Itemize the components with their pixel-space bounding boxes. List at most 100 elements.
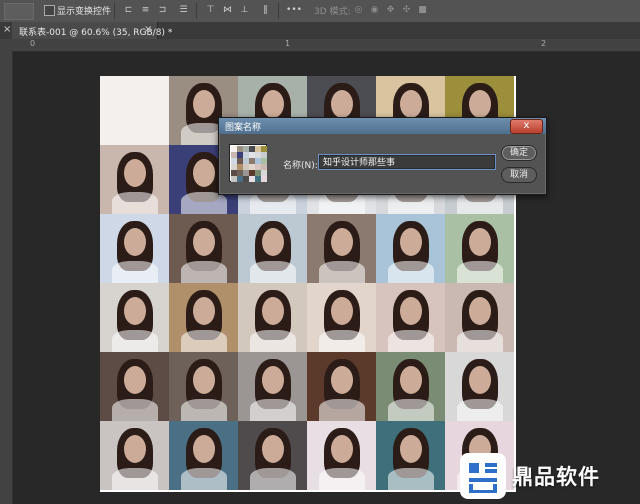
photo-thumbnail <box>169 421 238 490</box>
portrait-shape <box>249 192 296 214</box>
portrait-shape <box>318 330 365 352</box>
pattern-name-input[interactable]: 知乎设计师那些事 <box>319 155 495 169</box>
portrait-shape <box>261 365 284 394</box>
portrait-shape <box>123 365 146 394</box>
photo-thumbnail <box>238 214 307 283</box>
cancel-button[interactable]: 取消 <box>501 167 537 183</box>
photo-thumbnail <box>445 214 514 283</box>
photo-thumbnail <box>307 283 376 352</box>
3d-slide-icon[interactable]: ✣ <box>401 5 412 16</box>
portrait-shape <box>330 365 353 394</box>
ruler-mark: 0 <box>30 39 36 48</box>
photo-thumbnail <box>100 283 169 352</box>
portrait-shape <box>387 261 434 283</box>
portrait-shape <box>123 296 146 325</box>
watermark-text: 鼎品软件 <box>512 465 600 489</box>
show-transform-controls-label: 显示变换控件 <box>57 7 112 17</box>
align-right-icon[interactable]: ⊐ <box>157 5 168 16</box>
portrait-shape <box>111 261 158 283</box>
portrait-shape <box>468 365 491 394</box>
portrait-shape <box>456 330 503 352</box>
vertical-ruler <box>0 51 13 504</box>
portrait-shape <box>180 399 227 421</box>
portrait-shape <box>111 399 158 421</box>
photo-thumbnail <box>100 76 169 145</box>
separator <box>196 3 197 19</box>
portrait-shape <box>192 365 215 394</box>
portrait-shape <box>468 227 491 256</box>
name-label: 名称(N): <box>283 161 318 171</box>
align-bottom-icon[interactable]: ⊥ <box>239 5 250 16</box>
portrait-shape <box>261 296 284 325</box>
align-left-icon[interactable]: ⊏ <box>123 5 134 16</box>
portrait-shape <box>468 89 491 118</box>
portrait-shape <box>111 468 158 490</box>
options-bar: 显示变换控件 ⊏ ≡ ⊐ ☰ ⊤ ⋈ ⊥ ‖ ••• 3D 模式: ◎ ◉ ✥ … <box>0 0 640 23</box>
portrait-shape <box>318 399 365 421</box>
portrait-shape <box>330 227 353 256</box>
portrait-shape <box>318 261 365 283</box>
portrait-shape <box>330 434 353 463</box>
portrait-shape <box>123 158 146 187</box>
portrait-shape <box>399 227 422 256</box>
3d-roll-icon[interactable]: ◉ <box>369 5 380 16</box>
dialog-title: 图案名称 <box>225 123 262 133</box>
portrait-shape <box>330 296 353 325</box>
portrait-shape <box>261 89 284 118</box>
thumbnail-tile <box>261 176 267 182</box>
ruler-mark: 2 <box>541 39 547 48</box>
portrait-shape <box>387 399 434 421</box>
3d-drag-icon[interactable]: ✥ <box>385 5 396 16</box>
pattern-preview-thumbnail <box>229 144 267 182</box>
watermark-logo-icon <box>460 453 506 499</box>
portrait-shape <box>456 192 503 214</box>
portrait-shape <box>399 296 422 325</box>
align-top-icon[interactable]: ⊤ <box>205 5 216 16</box>
photo-thumbnail <box>100 145 169 214</box>
ok-button[interactable]: 确定 <box>501 145 537 161</box>
portrait-shape <box>249 261 296 283</box>
portrait-shape <box>399 434 422 463</box>
photo-thumbnail <box>307 421 376 490</box>
portrait-shape <box>111 192 158 214</box>
tab-document[interactable]: 联系表-001 @ 60.6% (35, RGB/8) * × <box>12 22 172 39</box>
3d-mode-label: 3D 模式: <box>314 7 351 17</box>
distribute-icon[interactable]: ☰ <box>178 5 189 16</box>
portrait-shape <box>249 468 296 490</box>
panel-close-icon[interactable]: × <box>3 24 11 35</box>
portrait-shape <box>192 434 215 463</box>
portrait-shape <box>318 192 365 214</box>
portrait-shape <box>180 468 227 490</box>
photo-thumbnail <box>238 421 307 490</box>
distribute-vertical-icon[interactable]: ‖ <box>260 5 271 16</box>
3d-rotate-icon[interactable]: ◎ <box>353 5 364 16</box>
portrait-shape <box>180 261 227 283</box>
photo-thumbnail <box>100 421 169 490</box>
photo-thumbnail <box>376 214 445 283</box>
ruler-mark: 1 <box>285 39 291 48</box>
separator <box>278 3 279 19</box>
photo-thumbnail <box>169 283 238 352</box>
3d-scale-icon[interactable]: ■ <box>417 5 428 16</box>
portrait-shape <box>456 261 503 283</box>
align-center-icon[interactable]: ≡ <box>140 5 151 16</box>
portrait-shape <box>249 399 296 421</box>
photo-thumbnail <box>169 352 238 421</box>
portrait-shape <box>387 192 434 214</box>
portrait-shape <box>468 296 491 325</box>
portrait-shape <box>111 330 158 352</box>
tool-preset-picker[interactable] <box>4 3 34 20</box>
portrait-shape <box>192 296 215 325</box>
portrait-shape <box>192 227 215 256</box>
show-transform-controls-checkbox[interactable] <box>44 5 55 16</box>
tab-close-icon[interactable]: × <box>144 24 152 35</box>
photo-thumbnail <box>238 283 307 352</box>
photo-thumbnail <box>445 352 514 421</box>
portrait-shape <box>456 399 503 421</box>
more-options-icon[interactable]: ••• <box>286 5 302 16</box>
photo-thumbnail <box>307 352 376 421</box>
portrait-shape <box>261 434 284 463</box>
dialog-title-bar[interactable]: 图案名称 x <box>219 118 546 134</box>
align-middle-icon[interactable]: ⋈ <box>222 5 233 16</box>
dialog-close-button[interactable]: x <box>510 119 543 134</box>
